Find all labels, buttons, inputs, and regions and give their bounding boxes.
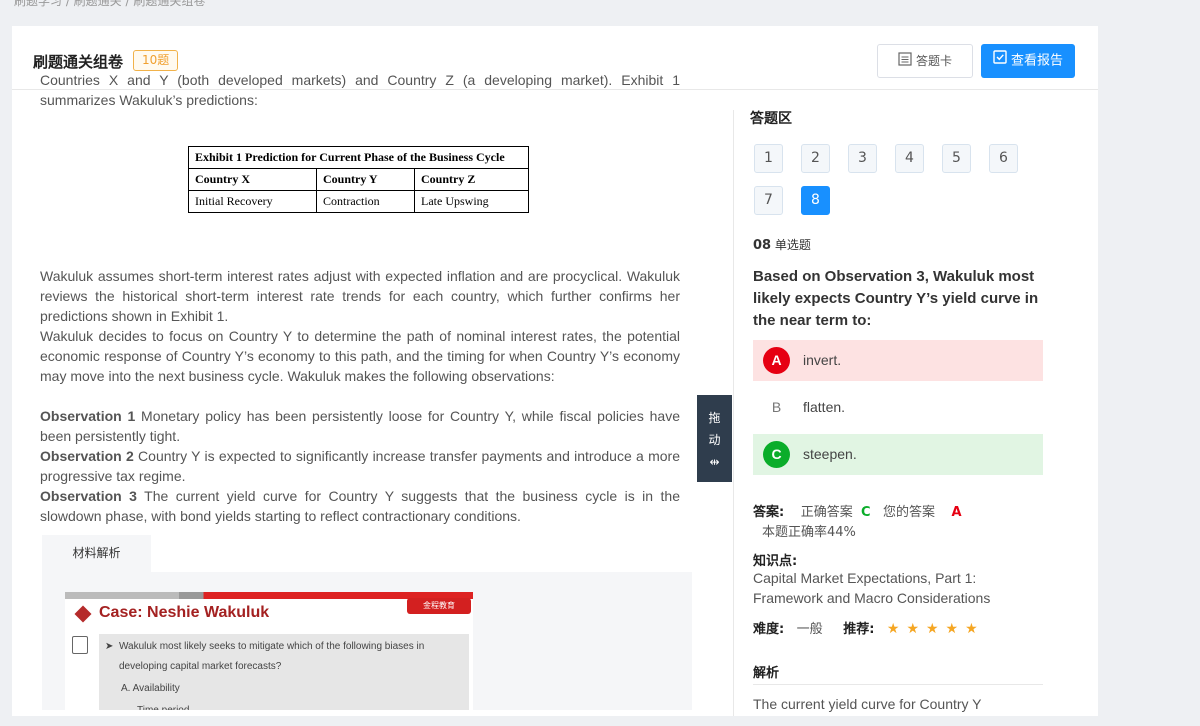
exhibit-table: Exhibit 1 Prediction for Current Phase o… xyxy=(188,146,529,213)
page-title: 刷题通关组卷 xyxy=(33,53,124,71)
question-type: 08 单选题 xyxy=(753,236,811,253)
slide-title: Case: Neshie Wakuluk xyxy=(99,604,270,621)
analysis-text: The current yield curve for Country Y xyxy=(753,696,982,712)
observation-3: Observation 3 The current yield curve fo… xyxy=(40,486,680,526)
drag-label: 动 xyxy=(708,433,721,447)
question-number-button[interactable]: 1 xyxy=(754,144,783,173)
exhibit-cell: Contraction xyxy=(316,190,415,213)
your-answer-label: 您的答案 xyxy=(882,505,935,520)
question-number-button[interactable]: 4 xyxy=(895,144,924,173)
observation-label: Observation 1 xyxy=(40,408,136,424)
option-text: invert. xyxy=(803,352,842,368)
option-text: steepen. xyxy=(803,446,857,462)
knowledge-point-label: 知识点: xyxy=(753,554,798,569)
drag-handle[interactable]: 拖 动 ⇹ xyxy=(697,395,732,482)
question-number: 08 xyxy=(753,238,772,253)
slide-bullet-icon xyxy=(74,605,92,623)
option-c[interactable]: C steepen. xyxy=(753,434,1043,475)
difficulty-value: 一般 xyxy=(796,622,823,637)
question-number-button[interactable]: 2 xyxy=(801,144,830,173)
observation-label: Observation 2 xyxy=(40,448,134,464)
your-answer: A xyxy=(951,505,962,520)
star-rating: ★★★★★ xyxy=(886,621,985,637)
difficulty-label: 难度: xyxy=(753,622,785,637)
observation-text: The current yield curve for Country Y su… xyxy=(40,488,680,524)
answer-area-heading: 答题区 xyxy=(750,111,792,127)
report-icon xyxy=(993,44,1007,78)
observation-1: Observation 1 Monetary policy has been p… xyxy=(40,406,680,446)
answer-result: 答案: 正确答案 C 您的答案 A xyxy=(753,501,962,520)
slide-option-a: A. Availability xyxy=(121,683,180,694)
exhibit-cell: Late Upswing xyxy=(414,190,529,213)
answer-card-label: 答题卡 xyxy=(915,54,952,68)
lecture-slide-image: Case: Neshie Wakuluk 金程教育 ➤ Wakuluk most… xyxy=(65,592,473,710)
option-letter: C xyxy=(763,441,790,468)
material-paragraph-2: Wakuluk assumes short-term interest rate… xyxy=(40,268,680,324)
option-b[interactable]: B flatten. xyxy=(753,387,1043,428)
option-a[interactable]: A invert. xyxy=(753,340,1043,381)
drag-label: 拖 xyxy=(708,411,721,425)
report-label: 查看报告 xyxy=(1010,53,1063,69)
observation-label: Observation 3 xyxy=(40,488,137,504)
slide-logo: 金程教育 xyxy=(407,598,471,614)
material-pane[interactable]: Countries X and Y (both developed market… xyxy=(30,70,692,710)
material-paragraph-1: Countries X and Y (both developed market… xyxy=(40,72,680,108)
result-label: 答案: xyxy=(753,505,785,520)
question-number-button[interactable]: 3 xyxy=(848,144,877,173)
analysis-heading: 解析 xyxy=(753,666,780,681)
answer-card-icon xyxy=(898,46,912,78)
exhibit-header: Country Z xyxy=(414,168,529,191)
analysis-divider xyxy=(753,684,1043,685)
slide-option-b: Time period xyxy=(137,702,473,710)
question-number-button[interactable]: 7 xyxy=(754,186,783,215)
difficulty-row: 难度: 一般 推荐: ★★★★★ xyxy=(753,618,985,637)
material-paragraph-3: Wakuluk decides to focus on Country Y to… xyxy=(40,328,680,384)
exhibit-header: Country Y xyxy=(316,168,415,191)
question-text: Based on Observation 3, Wakuluk most lik… xyxy=(753,268,1039,329)
correct-answer: C xyxy=(861,505,871,520)
pane-divider xyxy=(733,110,734,726)
observation-text: Monetary policy has been persistently lo… xyxy=(40,408,680,444)
question-number-button[interactable]: 5 xyxy=(942,144,971,173)
exhibit-header: Country X xyxy=(188,168,317,191)
exhibit-title: Exhibit 1 Prediction for Current Phase o… xyxy=(188,146,529,169)
knowledge-point: Capital Market Expectations, Part 1: Fra… xyxy=(753,570,991,606)
view-report-button[interactable]: 查看报告 xyxy=(981,44,1075,78)
option-letter: B xyxy=(771,399,782,415)
drag-icon: ⇹ xyxy=(709,455,720,469)
correct-label: 正确答案 xyxy=(800,505,853,520)
bottom-bar xyxy=(0,716,1200,726)
material-analysis-panel: Case: Neshie Wakuluk 金程教育 ➤ Wakuluk most… xyxy=(42,572,692,710)
question-type-label: 单选题 xyxy=(774,238,811,252)
slide-question: ➤ Wakuluk most likely seeks to mitigate … xyxy=(105,641,425,652)
question-number-button[interactable]: 6 xyxy=(989,144,1018,173)
question-count-badge: 10题 xyxy=(133,50,179,71)
calculator-icon xyxy=(72,636,88,654)
answer-card-button[interactable]: 答题卡 xyxy=(877,44,973,78)
exhibit-cell: Initial Recovery xyxy=(188,190,317,213)
option-text: flatten. xyxy=(803,399,846,415)
slide-question-cont: developing capital market forecasts? xyxy=(119,661,282,672)
question-number-button-active[interactable]: 8 xyxy=(801,186,830,215)
observation-text: Country Y is expected to significantly i… xyxy=(40,448,680,484)
observation-2: Observation 2 Country Y is expected to s… xyxy=(40,446,680,486)
accuracy-rate: 本题正确率44% xyxy=(762,525,856,540)
tab-material-analysis[interactable]: 材料解析 xyxy=(42,535,151,572)
recommend-label: 推荐: xyxy=(843,622,875,637)
breadcrumb: 刷题学习 / 刷题通关 / 刷题通关组卷 xyxy=(14,0,206,8)
option-letter: A xyxy=(763,347,790,374)
